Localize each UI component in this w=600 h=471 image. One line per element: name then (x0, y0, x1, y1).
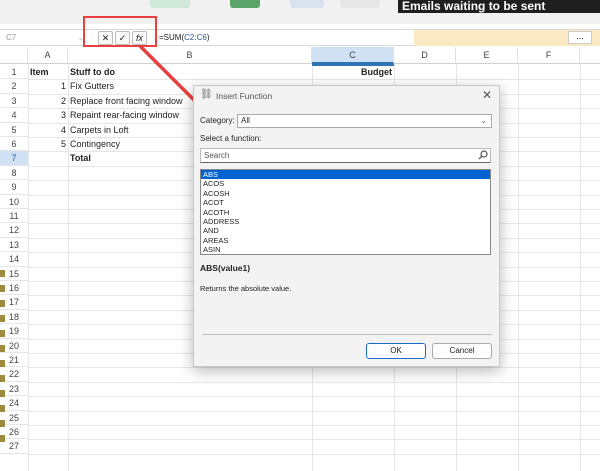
select-function-label: Select a function: (200, 134, 262, 143)
function-list[interactable]: ABS ACOS ACOSH ACOT ACOTH ADDRESS AND AREAS ASIN (200, 169, 491, 255)
cancel-button[interactable]: Cancel (432, 343, 492, 359)
search-icon[interactable] (477, 150, 489, 161)
function-item[interactable]: ADDRESS (201, 217, 490, 226)
row-header-9[interactable]: 9 (0, 180, 28, 195)
row-header-5[interactable]: 5 (0, 123, 28, 137)
highlight-box (83, 16, 157, 47)
row-header-7[interactable]: 7 (0, 151, 28, 166)
function-item[interactable]: ASIN (201, 245, 490, 254)
close-icon[interactable]: ✕ (482, 88, 492, 102)
ok-button[interactable]: OK (366, 343, 426, 359)
row-header-1[interactable]: 1 (0, 65, 28, 80)
cell-a4[interactable]: 3 (30, 108, 66, 122)
row-header-13[interactable]: 13 (0, 238, 28, 253)
dialog-title: Insert Function (216, 91, 273, 101)
column-header-g[interactable] (580, 47, 600, 64)
name-box[interactable]: C7 ⌄ (6, 31, 88, 45)
row-header-10[interactable]: 10 (0, 195, 28, 209)
cell-c1-selection (312, 64, 394, 79)
function-description: Returns the absolute value. (200, 284, 292, 293)
row-header-8[interactable]: 8 (0, 166, 28, 181)
row-header-3[interactable]: 3 (0, 94, 28, 109)
cell-b1[interactable]: Stuff to do (70, 65, 115, 79)
function-item[interactable]: ACOSH (201, 189, 490, 198)
column-header-a[interactable]: A (28, 47, 68, 64)
function-item[interactable]: ACOT (201, 198, 490, 207)
function-syntax: ABS(value1) (200, 263, 251, 273)
function-item[interactable]: AND (201, 226, 490, 235)
row-header-6[interactable]: 6 (0, 137, 28, 152)
corner-select-all[interactable] (0, 47, 28, 64)
cell-a3[interactable]: 2 (30, 94, 66, 108)
banner-text: Emails waiting to be sent (402, 0, 546, 13)
cell-b6[interactable]: Contingency (70, 137, 192, 151)
formula-range-ref: C2:C6 (184, 33, 207, 42)
column-header-f[interactable]: F (518, 47, 580, 64)
cell-b4[interactable]: Repaint rear-facing window (70, 108, 192, 122)
cell-a6[interactable]: 5 (30, 137, 66, 151)
row-header-12[interactable]: 12 (0, 223, 28, 238)
row-header-2[interactable]: 2 (0, 79, 28, 94)
column-header-e[interactable]: E (456, 47, 518, 64)
function-item[interactable]: AREAS (201, 236, 490, 245)
category-select[interactable]: All ⌄ (237, 114, 492, 128)
row-header-4[interactable]: 4 (0, 108, 28, 123)
cell-a1[interactable]: Item (30, 65, 49, 79)
insert-function-dialog: ⛓ Insert Function ✕ Category: All ⌄ Selec… (193, 85, 500, 367)
row-header-14[interactable]: 14 (0, 252, 28, 267)
row-header-11[interactable]: 11 (0, 209, 28, 224)
function-wizard-icon: ⛓ (200, 89, 213, 100)
formula-input[interactable]: =SUM(C2:C6) (156, 31, 408, 45)
cell-b5[interactable]: Carpets in Loft (70, 123, 192, 137)
column-header-b[interactable]: B (68, 47, 312, 64)
category-label: Category: (200, 116, 235, 125)
function-item[interactable]: ACOS (201, 179, 490, 188)
cell-b3[interactable]: Replace front facing window (70, 94, 192, 108)
more-button[interactable]: ... (568, 31, 592, 44)
cell-b7[interactable]: Total (70, 151, 91, 165)
email-queue-banner: Emails waiting to be sent (398, 0, 600, 13)
left-edge-markers (0, 270, 5, 470)
column-header-d[interactable]: D (394, 47, 456, 64)
cell-a5[interactable]: 4 (30, 123, 66, 137)
function-item[interactable]: ABS (201, 170, 490, 180)
divider (202, 334, 492, 335)
function-item[interactable]: ACOTH (201, 208, 490, 217)
chevron-down-icon: ⌄ (480, 116, 487, 125)
cell-a2[interactable]: 1 (30, 79, 66, 93)
column-header-c[interactable]: C (312, 47, 394, 64)
formula-bar-extension: ... (414, 30, 600, 46)
cell-b2[interactable]: Fix Gutters (70, 79, 192, 93)
function-search-input[interactable]: Search (200, 148, 491, 163)
